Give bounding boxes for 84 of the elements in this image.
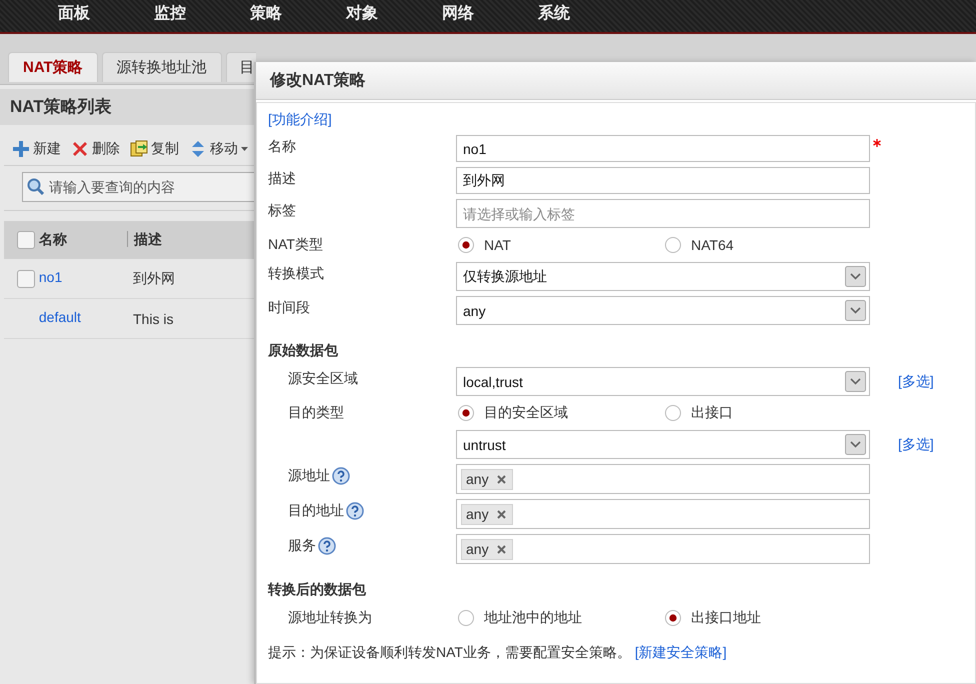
nav-item[interactable]: 策略 (250, 0, 346, 32)
field-label: 转换模式 (268, 265, 324, 283)
column-header: 名称 (38, 230, 67, 247)
tag-input[interactable]: any (456, 464, 870, 494)
nav-item[interactable]: 面板 (58, 0, 154, 32)
toolbar-button[interactable]: 复制 (130, 140, 179, 158)
field-label: 源地址 (288, 467, 330, 485)
table-cell: This is (133, 310, 174, 326)
field-label: 服务 (288, 537, 316, 555)
tag-input[interactable]: any (456, 499, 870, 529)
table-cell: 到外网 (133, 270, 175, 286)
column-header: 描述 (127, 231, 162, 247)
help-icon (346, 502, 364, 520)
radio-icon[interactable] (665, 610, 681, 626)
plus-icon (12, 140, 30, 158)
text-field[interactable]: 请选择或输入标签 (456, 199, 870, 228)
remove-icon[interactable] (496, 474, 506, 484)
cross-icon (71, 140, 89, 158)
nav-item[interactable]: 网络 (442, 0, 538, 32)
row-checkbox[interactable] (17, 270, 35, 288)
radio-option[interactable]: 出接口地址 (663, 609, 870, 627)
dropdown[interactable]: untrust (456, 430, 870, 459)
panel-title: NAT策略列表 (0, 89, 254, 125)
radio-option[interactable]: NAT (456, 237, 663, 253)
chevron-down-icon (845, 371, 866, 392)
radio-icon[interactable] (665, 237, 681, 253)
toolbar-button[interactable]: 新建 (12, 140, 61, 158)
dialog-title: 修改NAT策略 (256, 62, 976, 100)
select-all-checkbox[interactable] (17, 231, 35, 250)
toolbar-button[interactable]: 删除 (71, 140, 120, 158)
help-icon (318, 537, 336, 555)
field-label: 目的类型 (288, 404, 344, 422)
field-label: 源地址转换为 (288, 609, 372, 627)
tag-chip: any (461, 538, 513, 560)
tab[interactable]: 目 (226, 52, 256, 82)
radio-icon[interactable] (665, 405, 681, 421)
radio-option[interactable]: 地址池中的地址 (456, 609, 663, 627)
field-label: 名称 (268, 138, 296, 156)
field-label: 目的地址 (288, 502, 344, 520)
multi-select-link[interactable]: [多选] (898, 372, 934, 388)
help-icon (332, 467, 350, 485)
text-field[interactable]: no1 (456, 135, 870, 162)
section-heading: 转换后的数据包 (268, 580, 367, 599)
dropdown[interactable]: any (456, 296, 870, 325)
required-asterisk-icon (873, 139, 881, 147)
field-label: 时间段 (268, 299, 310, 317)
nav-item[interactable]: 监控 (154, 0, 250, 32)
new-policy-link[interactable]: [新建安全策略] (634, 644, 727, 660)
policy-name-link[interactable]: default (38, 309, 81, 326)
caret-icon (241, 147, 248, 151)
tab[interactable]: 源转换地址池 (102, 52, 222, 82)
field-label: NAT类型 (268, 236, 323, 254)
nav-item[interactable]: 对象 (346, 0, 442, 32)
field-label: 源安全区域 (288, 370, 358, 388)
search-field[interactable]: 请输入要查询的内容 (22, 172, 254, 202)
field-label: 描述 (268, 170, 296, 188)
help-link[interactable]: [功能介绍] (268, 111, 332, 127)
hint-text: 提示：为保证设备顺利转发NAT业务，需要配置安全策略。 [新建安全策略] (268, 644, 728, 662)
toolbar-button[interactable]: 移动 (189, 140, 248, 158)
radio-option[interactable]: 出接口 (663, 404, 870, 422)
chevron-down-icon (845, 300, 866, 321)
section-heading: 原始数据包 (268, 341, 339, 360)
multi-select-link[interactable]: [多选] (898, 436, 934, 452)
radio-option[interactable]: NAT64 (663, 237, 870, 253)
field-label: 标签 (268, 202, 296, 220)
policy-name-link[interactable]: no1 (38, 269, 62, 286)
search-icon (27, 178, 44, 195)
radio-icon[interactable] (458, 610, 474, 626)
chevron-down-icon (845, 266, 866, 287)
tab[interactable]: NAT策略 (8, 52, 98, 82)
dropdown[interactable]: 仅转换源地址 (456, 262, 870, 291)
radio-option[interactable]: 目的安全区域 (456, 404, 663, 422)
tag-chip: any (461, 504, 513, 524)
remove-icon[interactable] (496, 544, 506, 554)
text-field[interactable]: 到外网 (456, 167, 870, 194)
tag-chip: any (461, 468, 513, 490)
radio-icon[interactable] (458, 237, 474, 253)
nav-item[interactable]: 系统 (538, 0, 634, 32)
tag-input[interactable]: any (456, 534, 870, 564)
chevron-down-icon (845, 434, 866, 455)
copy-icon (130, 140, 148, 158)
radio-icon[interactable] (458, 405, 474, 421)
dropdown[interactable]: local,trust (456, 367, 870, 396)
remove-icon[interactable] (496, 510, 506, 518)
